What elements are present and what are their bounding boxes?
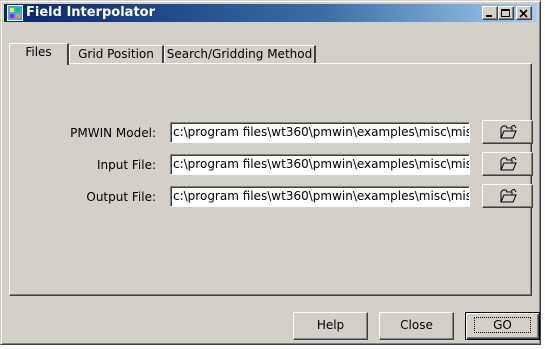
files-tab-panel: PMWIN Model: c:\program files\wt360\pmwi… [9, 63, 533, 296]
maximize-button[interactable] [498, 6, 514, 20]
close-button-label: Close [400, 318, 433, 332]
output-file-field[interactable]: c:\program files\wt360\pmwin\examples\mi… [170, 186, 470, 207]
open-folder-icon [500, 189, 517, 203]
pmwin-model-browse-button[interactable] [482, 120, 533, 144]
tab-label: Search/Gridding Method [166, 47, 313, 61]
input-file-browse-button[interactable] [482, 152, 533, 176]
open-folder-icon [500, 157, 517, 171]
go-button-label: GO [474, 317, 531, 333]
input-file-field[interactable]: c:\program files\wt360\pmwin\examples\mi… [170, 154, 470, 175]
field-interpolator-window: Field Interpolator Files Grid Position S… [0, 0, 541, 345]
tab-search-gridding-method[interactable]: Search/Gridding Method [164, 45, 316, 63]
tab-label: Files [25, 45, 52, 59]
output-file-browse-button[interactable] [482, 184, 533, 208]
input-file-label: Input File: [96, 158, 156, 172]
tab-label: Grid Position [78, 47, 154, 61]
minimize-icon [486, 15, 492, 17]
close-icon [519, 9, 528, 18]
app-icon[interactable] [7, 5, 23, 21]
maximize-icon [501, 9, 510, 17]
help-button-label: Help [316, 318, 345, 332]
output-file-label: Output File: [86, 190, 156, 204]
tab-grid-position[interactable]: Grid Position [69, 45, 164, 63]
tab-files[interactable]: Files [9, 43, 69, 65]
close-button[interactable]: Close [379, 312, 454, 340]
go-button[interactable]: GO [465, 312, 540, 340]
help-button[interactable]: Help [293, 312, 368, 340]
open-folder-icon [500, 125, 517, 139]
close-window-button[interactable] [516, 6, 532, 20]
minimize-button[interactable] [482, 6, 498, 20]
title-bar[interactable]: Field Interpolator [4, 4, 537, 22]
window-title: Field Interpolator [26, 5, 155, 20]
pmwin-model-label: PMWIN Model: [70, 126, 156, 140]
pmwin-model-field[interactable]: c:\program files\wt360\pmwin\examples\mi… [170, 122, 470, 143]
